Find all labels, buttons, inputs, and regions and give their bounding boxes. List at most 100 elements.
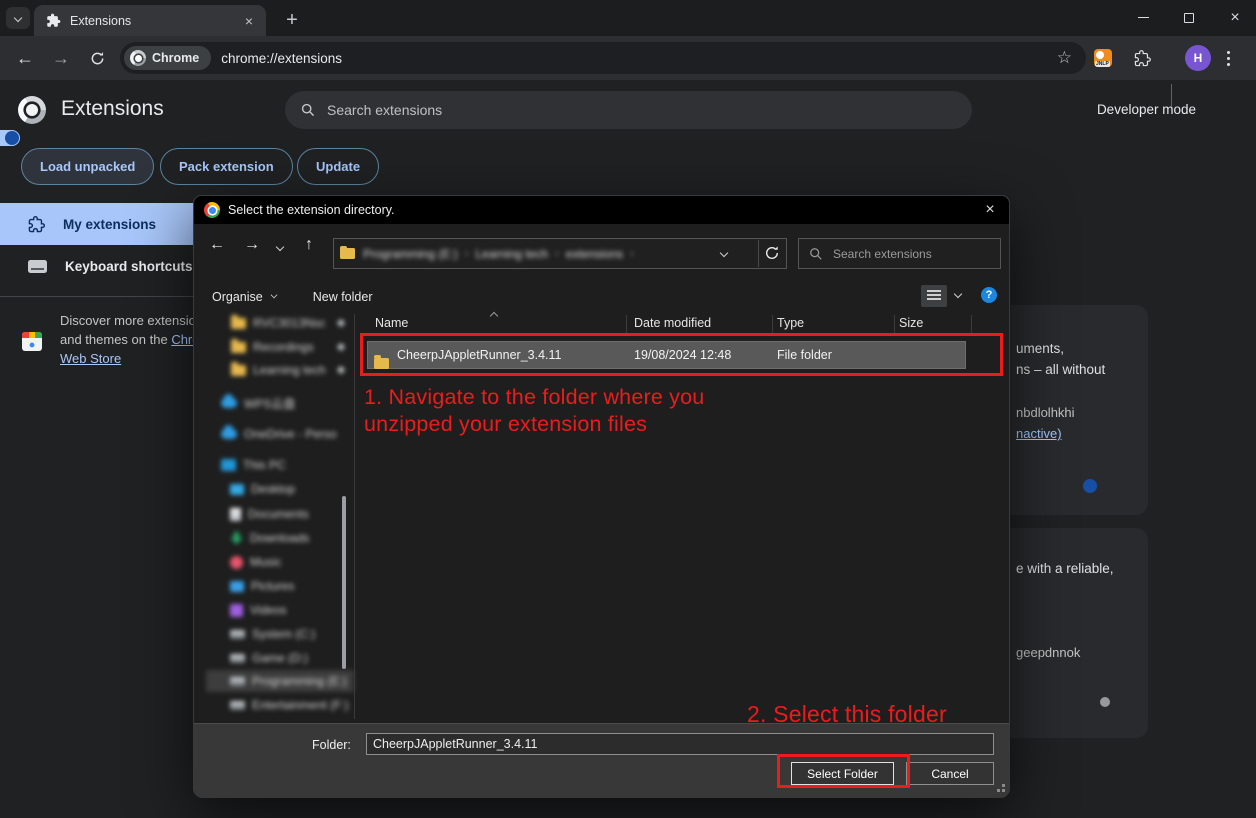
extensions-menu-button[interactable] <box>1134 36 1151 80</box>
tree-item[interactable]: Learning tech <box>206 359 354 381</box>
tree-item-label: Desktop <box>251 482 295 496</box>
videos-icon <box>230 604 243 617</box>
back-button[interactable]: ← <box>8 36 42 80</box>
column-divider[interactable] <box>894 315 895 335</box>
tab-strip: Extensions × + × <box>0 0 1256 36</box>
breadcrumb-segment[interactable]: Learning tech <box>475 247 548 261</box>
address-bar[interactable]: Chrome chrome://extensions ☆ <box>120 42 1086 74</box>
annotation-box-folder-row <box>360 333 1003 376</box>
browser-tab[interactable]: Extensions × <box>34 5 266 36</box>
load-unpacked-button[interactable]: Load unpacked <box>21 148 154 185</box>
puzzle-favicon <box>46 13 61 28</box>
pin-icon <box>337 366 345 374</box>
sidebar-item-label: Keyboard shortcuts <box>65 259 193 274</box>
tree-item-label: Game (D:) <box>252 651 308 665</box>
forward-button[interactable]: → <box>44 36 78 80</box>
extensions-search-input[interactable] <box>327 102 956 118</box>
dialog-refresh-button[interactable] <box>764 245 780 266</box>
tree-item-label: Entertainment (F:) <box>252 698 349 712</box>
developer-mode-toggle[interactable] <box>0 130 20 146</box>
column-header-date[interactable]: Date modified <box>634 316 711 330</box>
browser-menu-button[interactable] <box>1227 36 1230 80</box>
new-tab-button[interactable]: + <box>278 6 306 34</box>
drive-icon <box>230 701 245 710</box>
card-inspect-link[interactable]: nactive) <box>1016 426 1062 441</box>
tree-item[interactable]: Recordings <box>206 336 354 358</box>
breadcrumb-segment[interactable]: extensions <box>566 247 623 261</box>
url-text[interactable]: chrome://extensions <box>221 51 1057 66</box>
tree-item[interactable]: RVC3013Nsc <box>206 312 354 334</box>
tree-item[interactable]: Game (D:) <box>206 647 354 669</box>
maximize-icon <box>1184 13 1194 23</box>
tab-close-icon[interactable]: × <box>240 12 258 30</box>
column-divider[interactable] <box>626 315 627 335</box>
sort-ascending-icon <box>490 312 498 320</box>
downloads-icon <box>230 532 243 545</box>
tree-item[interactable]: This PC <box>206 454 354 476</box>
tree-item[interactable]: Pictures <box>206 575 354 597</box>
developer-mode-label: Developer mode <box>1097 102 1196 117</box>
folder-tree: RVC3013Nsc Recordings Learning tech WPS云… <box>206 196 354 798</box>
extensions-search[interactable] <box>285 91 972 129</box>
tree-item[interactable]: Documents <box>206 503 354 525</box>
tree-item[interactable]: System (C:) <box>206 623 354 645</box>
tree-item[interactable]: WPS云盘 <box>206 392 354 414</box>
card-description: ns – all without <box>1016 362 1105 377</box>
tree-item[interactable]: Desktop <box>206 478 354 500</box>
tree-item[interactable]: OneDrive - Perso <box>206 423 354 445</box>
extensions-page-logo <box>18 96 46 124</box>
dialog-search-input[interactable] <box>833 247 990 261</box>
tree-item-label: WPS云盘 <box>244 395 295 412</box>
tree-item-label: Programming (E:) <box>252 674 347 688</box>
keyboard-icon <box>28 260 47 273</box>
breadcrumb-segment[interactable]: Programming (E:) <box>363 247 458 261</box>
tree-item[interactable]: Videos <box>206 599 354 621</box>
tree-item-label: Pictures <box>251 579 294 593</box>
breadcrumb-divider <box>758 240 759 267</box>
tree-item[interactable]: Music <box>206 551 354 573</box>
column-divider[interactable] <box>971 315 972 335</box>
tree-item-selected[interactable]: Programming (E:) <box>206 670 354 692</box>
reload-icon <box>90 51 105 66</box>
drive-icon <box>230 654 245 663</box>
reload-button[interactable] <box>80 36 114 80</box>
cancel-button[interactable]: Cancel <box>906 762 994 785</box>
tree-scrollbar[interactable] <box>342 496 346 669</box>
chrome-internal-badge: Chrome <box>124 46 211 70</box>
select-directory-dialog: Select the extension directory. × ← → ↑ … <box>193 195 1010 797</box>
profile-button[interactable]: H <box>1185 36 1211 80</box>
window-close-button[interactable]: × <box>1212 0 1256 35</box>
chrome-logo-icon <box>130 50 146 66</box>
view-mode-button[interactable] <box>921 285 947 307</box>
search-icon <box>809 247 823 261</box>
tab-search-button[interactable] <box>6 7 30 29</box>
chrome-badge-label: Chrome <box>152 51 199 65</box>
folder-name-input[interactable] <box>366 733 994 755</box>
dialog-search[interactable] <box>798 238 1001 269</box>
tree-item[interactable]: Entertainment (F:) <box>206 694 354 716</box>
pane-divider <box>354 314 355 719</box>
bookmark-star-icon[interactable]: ☆ <box>1057 48 1072 68</box>
tree-item[interactable]: Downloads <box>206 527 354 549</box>
card-description: uments, <box>1016 341 1064 356</box>
desktop-icon <box>230 484 244 495</box>
column-header-name[interactable]: Name <box>375 316 408 330</box>
tree-item-label: RVC3013Nsc <box>253 316 325 330</box>
resize-grip[interactable] <box>1002 789 1005 792</box>
column-header-type[interactable]: Type <box>777 316 804 330</box>
pack-extension-button[interactable]: Pack extension <box>160 148 293 185</box>
update-button[interactable]: Update <box>297 148 379 185</box>
extension-shortcut-jnlp[interactable] <box>1094 36 1112 80</box>
column-divider[interactable] <box>772 315 773 335</box>
annotation-step1: 1. Navigate to the folder where you unzi… <box>364 384 704 438</box>
music-icon <box>230 556 243 569</box>
column-header-size[interactable]: Size <box>899 316 923 330</box>
window-maximize-button[interactable] <box>1166 0 1212 35</box>
help-button[interactable]: ? <box>981 287 997 303</box>
browser-toolbar: ← → Chrome chrome://extensions ☆ H <box>0 36 1256 80</box>
window-minimize-button[interactable] <box>1120 0 1166 35</box>
dialog-close-button[interactable]: × <box>979 200 1001 220</box>
breadcrumb-bar[interactable]: Programming (E:)› Learning tech› extensi… <box>333 238 787 269</box>
avatar: H <box>1185 45 1211 71</box>
card-id: nbdlolhkhi <box>1016 405 1075 420</box>
